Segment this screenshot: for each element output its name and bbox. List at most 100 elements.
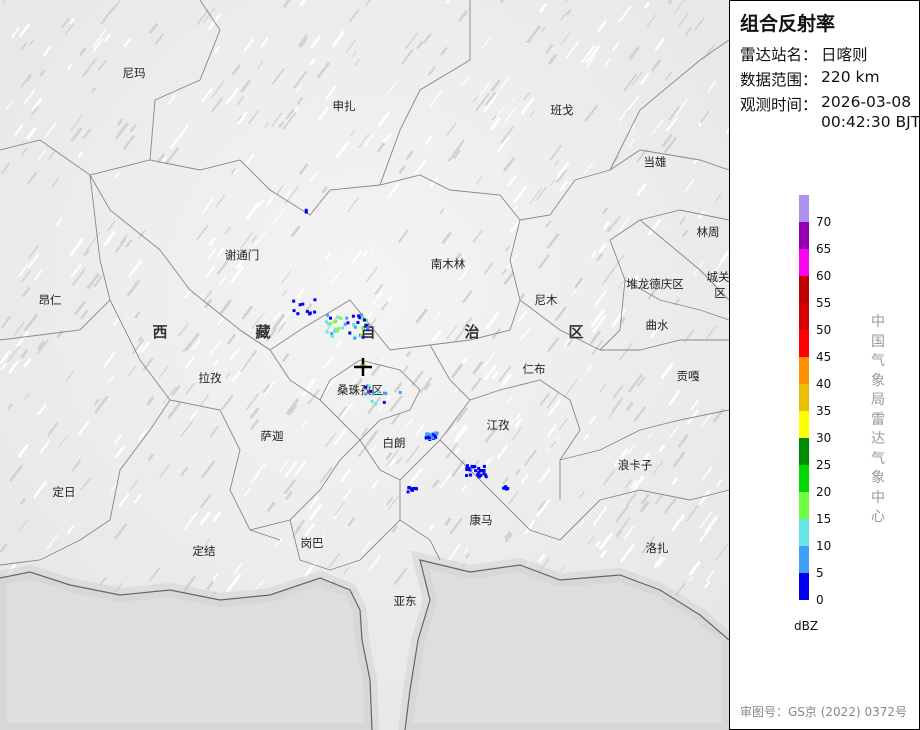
legend-tick: 40	[816, 377, 832, 391]
legend-swatch	[799, 546, 809, 573]
echo-pixel	[369, 389, 373, 393]
echo-pixel	[336, 315, 340, 319]
echo-pixel	[313, 310, 317, 314]
region-name-char: 治	[464, 323, 479, 341]
legend-swatch	[799, 222, 809, 249]
legend-swatch	[799, 249, 809, 276]
echo-pixel	[296, 312, 300, 316]
legend-swatch	[799, 195, 809, 222]
legend-swatch	[799, 465, 809, 492]
echo-pixel	[301, 302, 305, 306]
radar-map[interactable]: 尼玛申扎 班戈当雄林周谢通门南木林堆龙德庆区 城关区昂仁 尼木曲水拉孜桑珠孜区仁布 贡嘎…	[0, 0, 729, 730]
station-row: 雷达站名： 日喀则	[740, 43, 868, 65]
echo-pixel	[298, 303, 302, 307]
echo-pixel	[313, 298, 317, 302]
echo-pixel	[343, 322, 347, 326]
place-label: 谢通门	[225, 248, 260, 262]
place-label: 当雄	[644, 155, 667, 169]
echo-pixel	[465, 474, 469, 478]
place-label: 尼玛	[123, 66, 146, 80]
echo-pixel	[292, 299, 296, 303]
echo-pixel	[341, 326, 345, 330]
echo-pixel	[345, 316, 349, 320]
legend-tick: 5	[816, 566, 824, 580]
echo-pixel	[333, 327, 337, 331]
map-approval-number: 审图号：GS京 (2022) 0372号	[740, 705, 907, 719]
place-label: 城关	[707, 270, 730, 284]
place-label: 区	[714, 286, 726, 300]
echo-pixel	[482, 464, 486, 468]
echo-pixel	[398, 390, 402, 394]
echo-pixel	[474, 469, 478, 473]
range-value: 220 km	[821, 68, 880, 86]
echo-pixel	[430, 435, 434, 439]
echo-pixel	[366, 326, 370, 330]
echo-pixel	[330, 334, 334, 338]
echo-pixel	[480, 469, 484, 473]
legend-swatch	[799, 276, 809, 303]
place-label: 曲水	[646, 318, 669, 332]
place-label: 江孜	[487, 418, 510, 432]
echo-pixel	[364, 323, 368, 327]
place-label: 贡嘎	[677, 369, 700, 383]
agency-label: 中国气象局雷达气象中心	[871, 314, 885, 525]
echo-pixel	[367, 384, 371, 388]
place-label: 岗巴	[301, 536, 324, 550]
echo-pixel	[374, 402, 378, 406]
echo-pixel	[348, 331, 352, 335]
product-title: 组合反射率	[740, 13, 836, 35]
echo-pixel	[339, 316, 343, 320]
legend-swatch	[799, 519, 809, 546]
echo-pixel	[504, 485, 508, 489]
place-label: 申扎	[333, 99, 356, 113]
echo-pixel	[351, 314, 355, 318]
legend-swatch	[799, 384, 809, 411]
place-label: 定日	[53, 485, 76, 499]
place-label: 尼木	[535, 293, 558, 307]
place-label: 浪卡子	[618, 458, 653, 472]
echo-pixel	[337, 326, 341, 330]
legend-swatch	[799, 411, 809, 438]
echo-pixel	[324, 320, 328, 324]
echo-pixel	[360, 313, 364, 317]
place-label: 堆龙德庆区	[626, 277, 684, 291]
legend-swatch	[799, 303, 809, 330]
echo-pixel	[363, 318, 367, 322]
legend-swatch	[799, 573, 809, 600]
echo-pixel	[483, 473, 487, 477]
place-label: 定结	[193, 544, 216, 558]
echo-pixel	[325, 330, 329, 334]
echo-pixel	[406, 490, 410, 494]
echo-pixel	[364, 385, 368, 389]
time-value: 00:42:30 BJT	[821, 113, 920, 131]
legend-tick: 55	[816, 296, 832, 310]
place-label: 仁布	[523, 362, 546, 376]
time-row: 观测时间： 2026-03-08 00:42:30 BJT	[740, 93, 920, 131]
echo-pixel	[329, 316, 333, 320]
legend-tick: 50	[816, 323, 832, 337]
echo-pixel	[358, 316, 362, 320]
echo-pixel	[469, 473, 473, 477]
echo-pixel	[465, 468, 469, 472]
echo-pixel	[370, 399, 374, 403]
echo-pixel	[353, 325, 357, 329]
range-label: 数据范围：	[740, 71, 818, 89]
echo-pixel	[425, 432, 429, 436]
legend-tick: 70	[816, 215, 832, 229]
place-label: 桑珠孜区	[337, 383, 383, 397]
echo-pixel	[468, 468, 472, 472]
echo-pixel	[352, 323, 356, 327]
echo-pixel	[353, 336, 357, 340]
echo-pixel	[476, 474, 480, 478]
echo-pixel	[346, 321, 350, 325]
echo-pixel	[371, 392, 375, 396]
echo-pixel	[433, 431, 437, 435]
legend-tick: 60	[816, 269, 832, 283]
echo-pixel	[409, 487, 413, 491]
echo-pixel	[364, 392, 368, 396]
place-label: 林周	[697, 225, 720, 239]
legend-tick: 0	[816, 593, 824, 607]
place-label: 康马	[470, 513, 493, 527]
echo-pixel	[382, 400, 386, 404]
echo-pixel	[330, 332, 334, 336]
